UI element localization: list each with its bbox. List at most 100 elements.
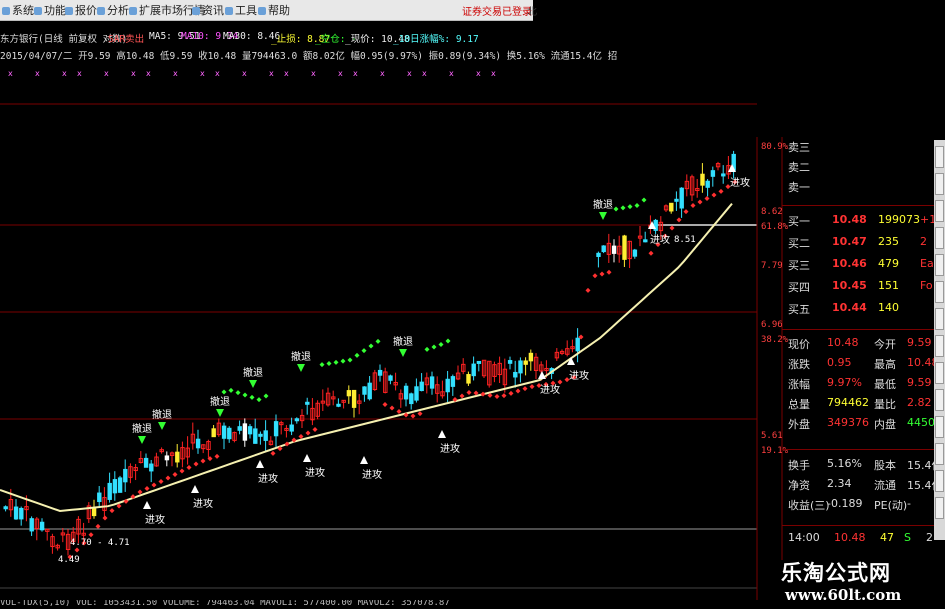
bid-volume: 151: [878, 279, 899, 292]
attack-arrow-icon: [303, 454, 311, 462]
bid-row[interactable]: 买四 10.45 151 Fo: [782, 279, 935, 299]
retreat-arrow-icon: [158, 422, 166, 430]
stat-row[interactable]: 涨幅 9.97% 最低 9.59: [782, 376, 935, 396]
toolbar-button-9[interactable]: [935, 389, 944, 411]
stat-value: 2.82: [907, 396, 932, 409]
sar-dot: [354, 352, 360, 358]
toolbar-button-2[interactable]: [935, 200, 944, 222]
sar-dot: [508, 390, 514, 396]
candle: [97, 492, 102, 503]
bid-row[interactable]: 买一 10.48 199073 +10: [782, 213, 943, 233]
retreat-arrow-icon: [138, 436, 146, 444]
candle: [471, 363, 476, 377]
sar-dot: [74, 547, 80, 553]
toolbar-button-5[interactable]: [935, 281, 944, 303]
candle: [377, 369, 383, 376]
signal-marker: x: [200, 69, 205, 78]
attack-arrow-icon: [438, 430, 446, 438]
candle: [123, 468, 128, 483]
candle: [466, 374, 471, 384]
sar-dot: [312, 427, 318, 432]
candle: [211, 428, 216, 438]
stat-row[interactable]: 总量 794462 量比 2.82: [782, 396, 935, 416]
toolbar-button-8[interactable]: [935, 362, 944, 384]
stat-row[interactable]: 收益(三) -0.189 PE(动) -: [782, 497, 935, 517]
tick-time: 14:00: [788, 531, 820, 544]
sar-dot: [221, 389, 227, 395]
signal-marker: x: [353, 69, 358, 78]
sar-dot: [676, 217, 682, 223]
sar-dot: [347, 357, 353, 363]
sar-dot: [382, 402, 388, 407]
candle: [107, 482, 112, 500]
candle: [409, 393, 414, 405]
ask-row[interactable]: 卖三: [782, 139, 935, 159]
candle: [507, 360, 513, 364]
sar-dot: [186, 465, 192, 470]
sar-dot: [431, 344, 437, 350]
candle: [419, 381, 424, 392]
candle: [175, 451, 180, 463]
candle: [294, 418, 300, 422]
candle: [705, 180, 710, 188]
stat-row[interactable]: 净资 2.34 流通 15.4亿: [782, 477, 943, 497]
sar-dot: [648, 250, 654, 256]
sar-dot: [235, 390, 241, 396]
attack-arrow-icon: [256, 460, 264, 468]
signal-marker: x: [242, 69, 247, 78]
candle: [700, 173, 705, 186]
candle: [643, 239, 648, 243]
bid-row[interactable]: 买三 10.46 479 Ea: [782, 257, 935, 277]
bid-row[interactable]: 买五 10.44 140: [782, 301, 935, 321]
signal-marker: x: [311, 69, 316, 78]
toolbar-button-11[interactable]: [935, 443, 944, 465]
stat-key: PE(动): [874, 499, 908, 512]
quote-separator: [782, 525, 935, 526]
sar-dot: [214, 453, 220, 459]
toolbar-button-4[interactable]: [935, 254, 944, 276]
candle: [414, 386, 419, 401]
retreat-label: 撤退: [210, 395, 230, 408]
toolbar-button-1[interactable]: [935, 173, 944, 195]
sar-dot: [270, 450, 276, 456]
stat-row[interactable]: 换手 5.16% 股本 15.4亿: [782, 457, 943, 477]
stat-value: 0.95: [827, 356, 852, 369]
attack-label: 进攻: [362, 468, 382, 481]
toolbar-button-12[interactable]: [935, 470, 944, 492]
sar-dot: [459, 393, 465, 399]
sar-dot: [109, 508, 115, 514]
stat-value: 2.34: [827, 477, 852, 490]
toolbar-button-3[interactable]: [935, 227, 944, 249]
tick-volume: 47: [880, 531, 894, 544]
stat-row[interactable]: 外盘 349376 内盘 445086: [782, 416, 945, 436]
bid-row[interactable]: 买二 10.47 235 2: [782, 235, 935, 255]
signal-marker: x: [131, 69, 136, 78]
signal-marker: x: [380, 69, 385, 78]
attack-arrow-icon: [143, 501, 151, 509]
ask-row[interactable]: 卖二: [782, 159, 935, 179]
stat-row[interactable]: 现价 10.48 今开 9.59: [782, 336, 935, 356]
candle: [258, 433, 263, 437]
sar-dot: [319, 362, 325, 368]
sar-dot: [683, 209, 689, 215]
signal-marker: x: [215, 69, 220, 78]
candle: [305, 401, 310, 405]
sar-dot: [102, 515, 108, 521]
candle: [143, 457, 149, 468]
toolbar-button-6[interactable]: [935, 308, 944, 330]
retreat-label: 撤退: [152, 408, 172, 421]
toolbar-button-0[interactable]: [935, 146, 944, 168]
toolbar-button-10[interactable]: [935, 416, 944, 438]
stat-value: 9.59: [907, 376, 932, 389]
tick-row[interactable]: 14:00 10.48 47 S 2: [782, 531, 935, 551]
candle: [388, 375, 393, 381]
toolbar-button-13[interactable]: [935, 497, 944, 519]
volume-indicator-text: VOL-TDX(5,10) VOL: 1053431.50 VOLUME: 79…: [0, 600, 450, 608]
sar-dot: [669, 225, 675, 231]
sar-dot: [641, 197, 647, 203]
ask-row[interactable]: 卖一: [782, 179, 935, 199]
stat-key: 涨跌: [788, 358, 810, 371]
stat-row[interactable]: 涨跌 0.95 最高 10.48: [782, 356, 939, 376]
toolbar-button-7[interactable]: [935, 335, 944, 357]
retreat-label: 撤退: [132, 422, 152, 435]
